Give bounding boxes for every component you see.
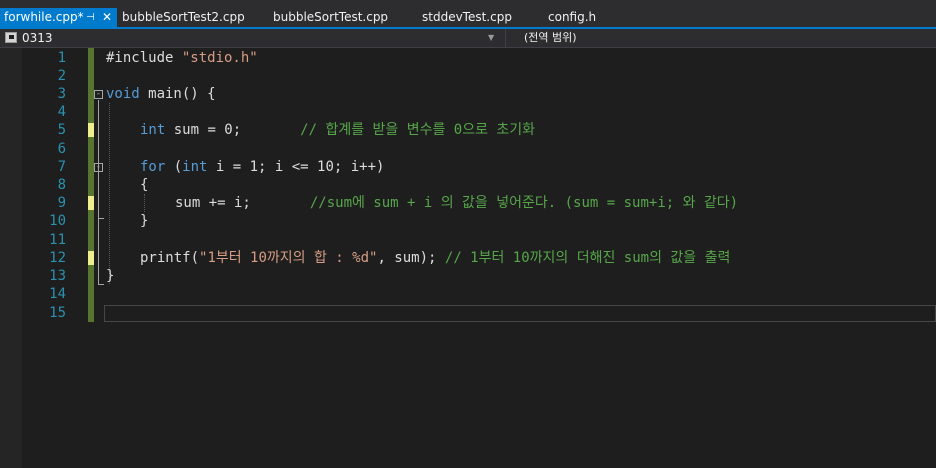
- string-literal: "1부터 10까지의 합 : %d": [199, 250, 378, 266]
- tab-label: forwhile.cpp*: [4, 10, 84, 24]
- scope-label: (전역 범위): [524, 31, 577, 44]
- close-icon[interactable]: ✕: [102, 8, 112, 27]
- code-text: main() {: [139, 86, 216, 102]
- code-text: }: [106, 268, 115, 284]
- fold-end: [98, 218, 104, 219]
- code-text: i = 1; i <= 10; i++): [207, 159, 385, 175]
- tab-label: stddevTest.cpp: [422, 10, 512, 24]
- line-number: 13: [49, 268, 66, 284]
- tab-label: bubbleSortTest.cpp: [273, 10, 389, 24]
- code-line: void main() {: [106, 85, 216, 103]
- unsaved-change-marker: [88, 196, 94, 210]
- collapse-icon[interactable]: -: [94, 90, 103, 99]
- unsaved-change-marker: [88, 123, 94, 137]
- line-number: 2: [57, 68, 66, 84]
- code-line: {: [140, 176, 148, 194]
- code-text: {: [140, 177, 149, 193]
- keyword: int: [182, 159, 208, 175]
- document-tab-bar: forwhile.cpp* ⊣ ✕ bubbleSortTest2.cpp bu…: [0, 0, 936, 27]
- code-text: sum += i;: [175, 195, 310, 211]
- code-line: printf("1부터 10까지의 합 : %d", sum); // 1부터 …: [140, 249, 730, 267]
- indent-guide: [144, 194, 145, 212]
- project-scope-icon: [5, 32, 17, 43]
- code-text: printf(: [140, 250, 200, 266]
- line-number: 6: [57, 141, 66, 157]
- tab-label: bubbleSortTest2.cpp: [122, 10, 245, 24]
- code-comment: //sum에 sum + i 의 값을 넣어준다. (sum = sum+i; …: [309, 195, 739, 211]
- glyph-margin: [0, 48, 22, 468]
- tab-strip: forwhile.cpp* ⊣ ✕ bubbleSortTest2.cpp bu…: [0, 8, 648, 27]
- code-text: (: [165, 159, 183, 175]
- unsaved-change-marker: [88, 251, 94, 265]
- include-header: "stdio.h": [181, 50, 258, 66]
- line-number: 4: [57, 104, 66, 120]
- line-number: 9: [57, 195, 66, 211]
- code-text: sum = 0;: [165, 122, 301, 138]
- pin-icon[interactable]: ⊣: [86, 8, 95, 27]
- tab-bubblesorttest-cpp[interactable]: bubbleSortTest.cpp: [273, 8, 422, 27]
- code-line: sum += i; //sum에 sum + i 의 값을 넣어준다. (sum…: [175, 194, 738, 212]
- line-number: 3: [57, 86, 66, 102]
- tab-bubblesorttest2-cpp[interactable]: bubbleSortTest2.cpp: [117, 8, 273, 27]
- code-line: #include "stdio.h": [106, 49, 258, 67]
- project-name: 0313: [22, 31, 53, 45]
- fold-line: [98, 173, 99, 218]
- scope-dropdown[interactable]: (전역 범위): [505, 29, 936, 47]
- line-number: 5: [57, 122, 66, 138]
- line-number: 7: [57, 159, 66, 175]
- collapse-icon[interactable]: -: [94, 163, 103, 172]
- keyword: for: [140, 159, 166, 175]
- tab-config-h[interactable]: config.h: [548, 8, 648, 27]
- indent-guide: [109, 103, 110, 284]
- line-number: 8: [57, 177, 66, 193]
- tab-forwhile-cpp[interactable]: forwhile.cpp* ⊣ ✕: [0, 8, 117, 27]
- fold-end: [98, 284, 104, 285]
- code-line: }: [140, 212, 148, 230]
- line-number: 10: [49, 213, 66, 229]
- chevron-down-icon[interactable]: ▼: [488, 29, 494, 47]
- code-line: for (int i = 1; i <= 10; i++): [140, 158, 384, 176]
- line-number: 15: [49, 305, 66, 321]
- code-comment: // 1부터 10까지의 더해진 sum의 값을 출력: [444, 250, 731, 266]
- code-line: int sum = 0; // 합계를 받을 변수를 0으로 초기화: [140, 121, 535, 139]
- project-dropdown[interactable]: 0313 ▼: [0, 29, 500, 47]
- code-line: }: [106, 267, 114, 285]
- code-text: }: [140, 213, 149, 229]
- code-editor[interactable]: 1 2 3 4 5 6 7 8 9 10 11 12 13 14 15 - - …: [0, 48, 936, 468]
- preprocessor-directive: #include: [106, 50, 182, 66]
- code-comment: // 합계를 받을 변수를 0으로 초기화: [300, 122, 536, 138]
- keyword: void: [106, 86, 140, 102]
- tab-stddevtest-cpp[interactable]: stddevTest.cpp: [422, 8, 548, 27]
- keyword: int: [140, 122, 166, 138]
- navigation-bar: 0313 ▼ (전역 범위): [0, 29, 936, 48]
- line-number: 12: [49, 250, 66, 266]
- current-line-highlight[interactable]: [104, 305, 936, 322]
- tab-label: config.h: [548, 10, 597, 24]
- line-number: 11: [49, 232, 66, 248]
- line-number: 14: [49, 286, 66, 302]
- line-number: 1: [57, 50, 66, 66]
- code-text: , sum);: [377, 250, 445, 266]
